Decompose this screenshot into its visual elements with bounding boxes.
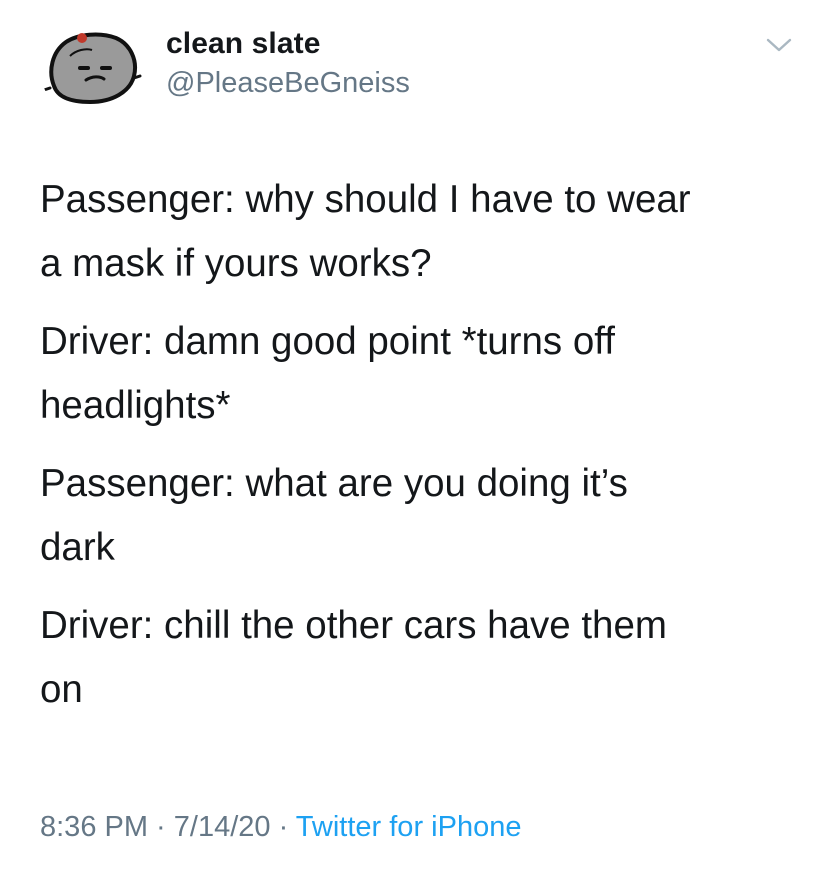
- rock-avatar-icon: [40, 16, 144, 120]
- chevron-down-icon[interactable]: [764, 34, 794, 56]
- tweet-time[interactable]: 8:36 PM: [40, 811, 148, 843]
- tweet-line: Passenger: why should I have to wear a m…: [40, 178, 691, 285]
- tweet-line: Driver: chill the other cars have them o…: [40, 604, 667, 711]
- meta-separator: ·: [270, 811, 296, 843]
- display-name[interactable]: clean slate: [166, 27, 321, 61]
- tweet-date[interactable]: 7/14/20: [174, 811, 271, 843]
- avatar[interactable]: [40, 16, 144, 120]
- tweet-card: clean slate @PleaseBeGneiss Passenger: w…: [0, 0, 828, 869]
- tweet-line: Passenger: what are you doing it’s dark: [40, 462, 628, 569]
- tweet-text: Passenger: why should I have to wear a m…: [40, 168, 800, 736]
- tweet-metadata: 8:36 PM · 7/14/20 · Twitter for iPhone: [40, 811, 521, 844]
- user-handle[interactable]: @PleaseBeGneiss: [166, 67, 410, 100]
- tweet-source-link[interactable]: Twitter for iPhone: [296, 811, 522, 843]
- tweet-line: Driver: damn good point *turns off headl…: [40, 320, 615, 427]
- meta-separator: ·: [148, 811, 174, 843]
